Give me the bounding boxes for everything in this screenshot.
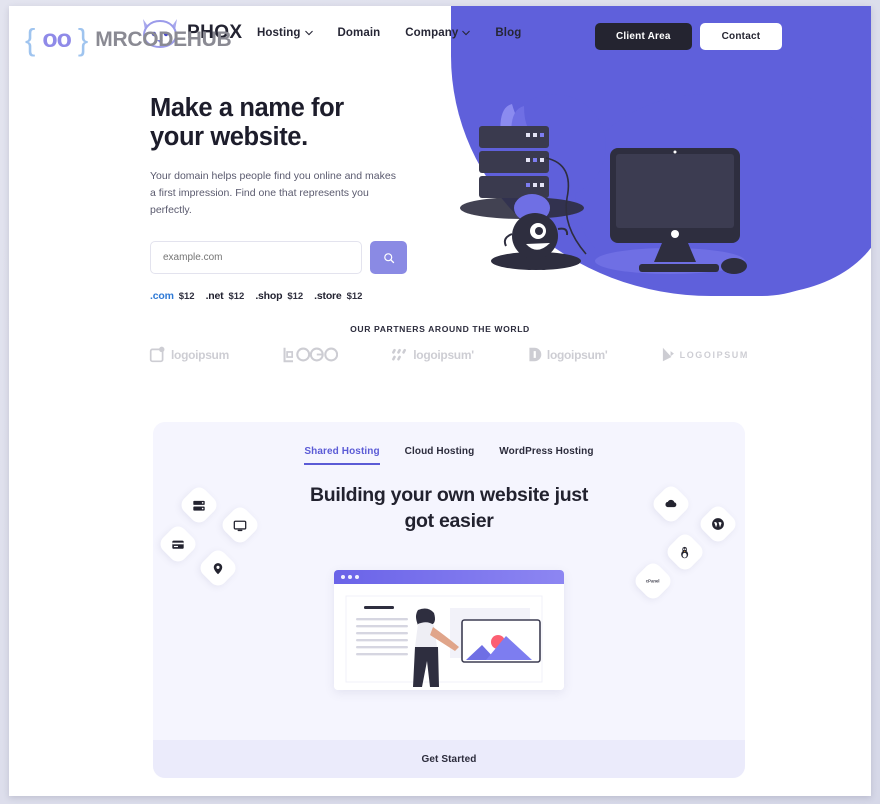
chevron-down-icon xyxy=(462,30,471,36)
partner-logo-4: logoipsum' xyxy=(527,346,608,363)
partner-logo-2 xyxy=(282,346,339,363)
tld-price: $12 xyxy=(346,290,363,302)
watermark-name: MRCODEHUB xyxy=(95,28,232,51)
tld-name: .store xyxy=(314,290,342,303)
cpanel-icon: cPanel xyxy=(646,578,660,584)
partner-label: logoipsum' xyxy=(413,347,474,362)
tab-shared-hosting[interactable]: Shared Hosting xyxy=(304,446,380,465)
feature-heading-line1: Building your own website just xyxy=(309,484,589,506)
tld-item-com[interactable]: .com $12 xyxy=(150,290,195,302)
mockup-title-bar xyxy=(334,570,564,584)
partner-label: logoipsum' xyxy=(546,347,608,362)
domain-search-button[interactable] xyxy=(370,241,407,275)
tld-item-store[interactable]: .store $12 xyxy=(314,290,362,302)
wordpress-icon xyxy=(712,518,724,530)
hero-heading-line2: your website. xyxy=(150,122,308,151)
get-started-bar[interactable]: Get Started xyxy=(153,740,745,778)
partner-logo-5: LOGOIPSUM xyxy=(661,346,749,363)
nav-item-blog[interactable]: Blog xyxy=(495,27,521,39)
square-dot-mark xyxy=(149,346,165,363)
partner-label: LOGOIPSUM xyxy=(679,349,749,360)
tab-wordpress-hosting[interactable]: WordPress Hosting xyxy=(499,446,593,465)
tld-name: .net xyxy=(205,290,224,303)
watermark-brace-close: } xyxy=(77,22,89,57)
header-actions: Client Area Contact xyxy=(595,23,783,50)
watermark-brace-open: { xyxy=(25,22,36,57)
badge-cpanel: cPanel xyxy=(631,559,675,603)
tld-price: $12 xyxy=(228,290,245,302)
badge-map-pin xyxy=(196,546,240,590)
hero-section: Make a name for your website. Your domai… xyxy=(150,94,412,302)
nav-item-hosting[interactable]: Hosting xyxy=(257,27,313,39)
main-navigation: Hosting Domain Company Blog xyxy=(257,27,521,39)
nav-label: Blog xyxy=(495,27,522,39)
get-started-label: Get Started xyxy=(421,753,477,765)
nav-label: Hosting xyxy=(257,27,301,39)
domain-search-form xyxy=(150,241,412,275)
website-builder-mockup xyxy=(334,570,564,690)
partner-label: logoipsum xyxy=(171,347,229,362)
desktop-backdrop: PHOX Hosting Domain Company Blog Client … xyxy=(0,0,880,804)
tld-name: .com xyxy=(150,290,174,303)
tld-name: .shop xyxy=(255,290,283,303)
nav-label: Domain xyxy=(337,27,381,39)
mockup-content xyxy=(334,584,564,690)
window-dot xyxy=(348,575,352,579)
partners-logo-row: logoipsum logoipsum' logoipsum' LOGOIPSU… xyxy=(149,346,749,363)
feature-heading-line2: got easier xyxy=(404,510,494,533)
hosting-feature-card: Shared Hosting Cloud Hosting WordPress H… xyxy=(153,422,745,778)
window-dot xyxy=(341,575,345,579)
chevron-down-icon xyxy=(304,30,313,36)
webpage-viewport: PHOX Hosting Domain Company Blog Client … xyxy=(9,6,871,796)
tld-item-shop[interactable]: .shop $12 xyxy=(255,290,303,302)
nav-item-domain[interactable]: Domain xyxy=(338,27,381,39)
server-rack-icon xyxy=(479,126,549,198)
partner-logo-1: logoipsum xyxy=(149,346,229,363)
arrow-mark xyxy=(662,347,674,362)
badge-linux xyxy=(663,530,707,574)
dots-diagonal-mark xyxy=(392,348,407,361)
keyboard-icon xyxy=(639,264,719,272)
contact-button[interactable]: Contact xyxy=(699,23,783,50)
tab-cloud-hosting[interactable]: Cloud Hosting xyxy=(405,446,475,465)
hosting-tabs: Shared Hosting Cloud Hosting WordPress H… xyxy=(153,446,745,465)
map-pin-icon xyxy=(213,562,223,574)
nav-item-company[interactable]: Company xyxy=(405,27,471,39)
monitor-icon xyxy=(233,519,247,531)
partners-title: OUR PARTNERS AROUND THE WORLD xyxy=(350,324,530,334)
mrcodehub-watermark: { oo } MRCODEHUB xyxy=(25,22,232,57)
tld-item-net[interactable]: .net $12 xyxy=(206,290,245,302)
partner-logo-3: logoipsum' xyxy=(391,346,474,363)
hero-heading: Make a name for your website. xyxy=(150,94,412,151)
watermark-oo: oo xyxy=(42,25,72,53)
client-area-button[interactable]: Client Area xyxy=(595,23,692,50)
split-circle-mark xyxy=(529,347,542,362)
domain-search-input[interactable] xyxy=(150,241,362,275)
nav-label: Company xyxy=(405,27,459,39)
window-dot xyxy=(355,575,359,579)
search-icon xyxy=(383,252,394,263)
mouse-icon xyxy=(721,258,747,274)
hero-heading-line1: Make a name for xyxy=(150,94,344,122)
tld-price: $12 xyxy=(178,290,195,302)
cloud-icon xyxy=(665,499,677,508)
linux-penguin-icon xyxy=(681,546,689,558)
tld-price-list: .com $12 .net $12 .shop $12 .store $12 xyxy=(150,290,412,302)
circles-mark xyxy=(283,347,339,363)
server-icon xyxy=(193,500,205,510)
credit-card-icon xyxy=(172,539,184,549)
tld-price: $12 xyxy=(287,290,304,302)
hero-paragraph: Your domain helps people find you online… xyxy=(150,170,396,217)
hero-illustration xyxy=(460,94,747,274)
